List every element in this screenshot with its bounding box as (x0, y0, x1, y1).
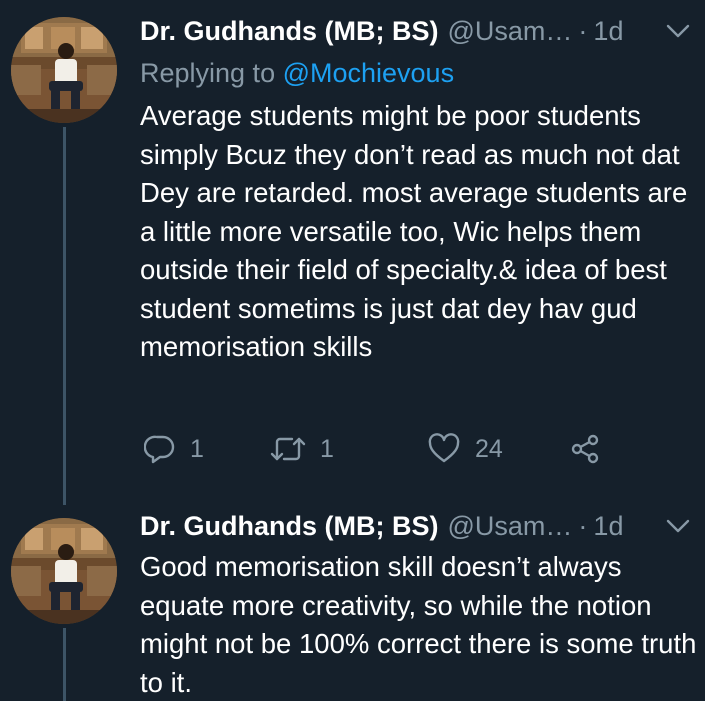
chevron-down-icon[interactable] (665, 19, 691, 43)
avatar[interactable] (11, 17, 117, 123)
tweet-header: Dr. Gudhands (MB; BS) @Usam… · 1d (140, 509, 691, 543)
replying-to: Replying to @Mochievous (140, 56, 454, 90)
author-handle[interactable]: @Usam… (448, 511, 573, 542)
reply-button[interactable]: 1 (144, 429, 204, 469)
replying-to-label: Replying to (140, 58, 283, 88)
thread-line (63, 628, 66, 701)
retweet-icon (270, 433, 306, 465)
timestamp[interactable]: 1d (593, 16, 623, 47)
mention-link[interactable]: @Mochievous (283, 58, 454, 88)
chevron-down-icon[interactable] (665, 514, 691, 538)
tweet-text: Average students might be poor students … (140, 100, 688, 362)
tweet[interactable]: Dr. Gudhands (MB; BS) @Usam… · 1d Good m… (0, 505, 705, 701)
author-name[interactable]: Dr. Gudhands (MB; BS) (140, 511, 439, 542)
heart-icon (427, 433, 461, 465)
author-handle[interactable]: @Usam… (448, 16, 573, 47)
reply-count: 1 (190, 434, 204, 463)
share-button[interactable] (568, 429, 602, 469)
like-count: 24 (475, 434, 503, 463)
like-button[interactable]: 24 (427, 429, 503, 469)
tweet-text: Good memorisation skill doesn’t always e… (140, 551, 697, 698)
thread-line (63, 127, 66, 505)
tweet[interactable]: Dr. Gudhands (MB; BS) @Usam… · 1d Replyi… (0, 0, 705, 505)
share-icon (568, 432, 602, 466)
author-name[interactable]: Dr. Gudhands (MB; BS) (140, 16, 439, 47)
separator: · (578, 510, 588, 541)
reply-icon (144, 433, 176, 465)
timestamp[interactable]: 1d (593, 511, 623, 542)
separator: · (578, 15, 588, 46)
tweet-header: Dr. Gudhands (MB; BS) @Usam… · 1d (140, 14, 691, 48)
avatar[interactable] (11, 518, 117, 624)
retweet-count: 1 (320, 434, 334, 463)
tweet-actions: 1 1 24 (140, 429, 610, 469)
retweet-button[interactable]: 1 (270, 429, 334, 469)
